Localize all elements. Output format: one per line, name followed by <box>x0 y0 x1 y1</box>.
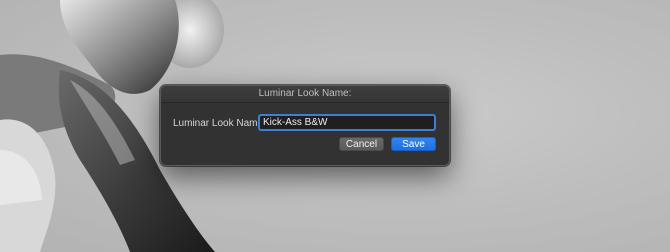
look-name-label: Luminar Look Name: <box>173 118 266 129</box>
app-canvas: Luminar Look Name: Luminar Look Name: Ca… <box>0 0 670 252</box>
luminar-look-name-dialog: Luminar Look Name: Luminar Look Name: Ca… <box>160 85 450 166</box>
save-button[interactable]: Save <box>391 137 436 151</box>
cancel-button[interactable]: Cancel <box>339 137 384 151</box>
dialog-title: Luminar Look Name: <box>161 86 449 103</box>
look-name-input[interactable] <box>258 114 436 131</box>
